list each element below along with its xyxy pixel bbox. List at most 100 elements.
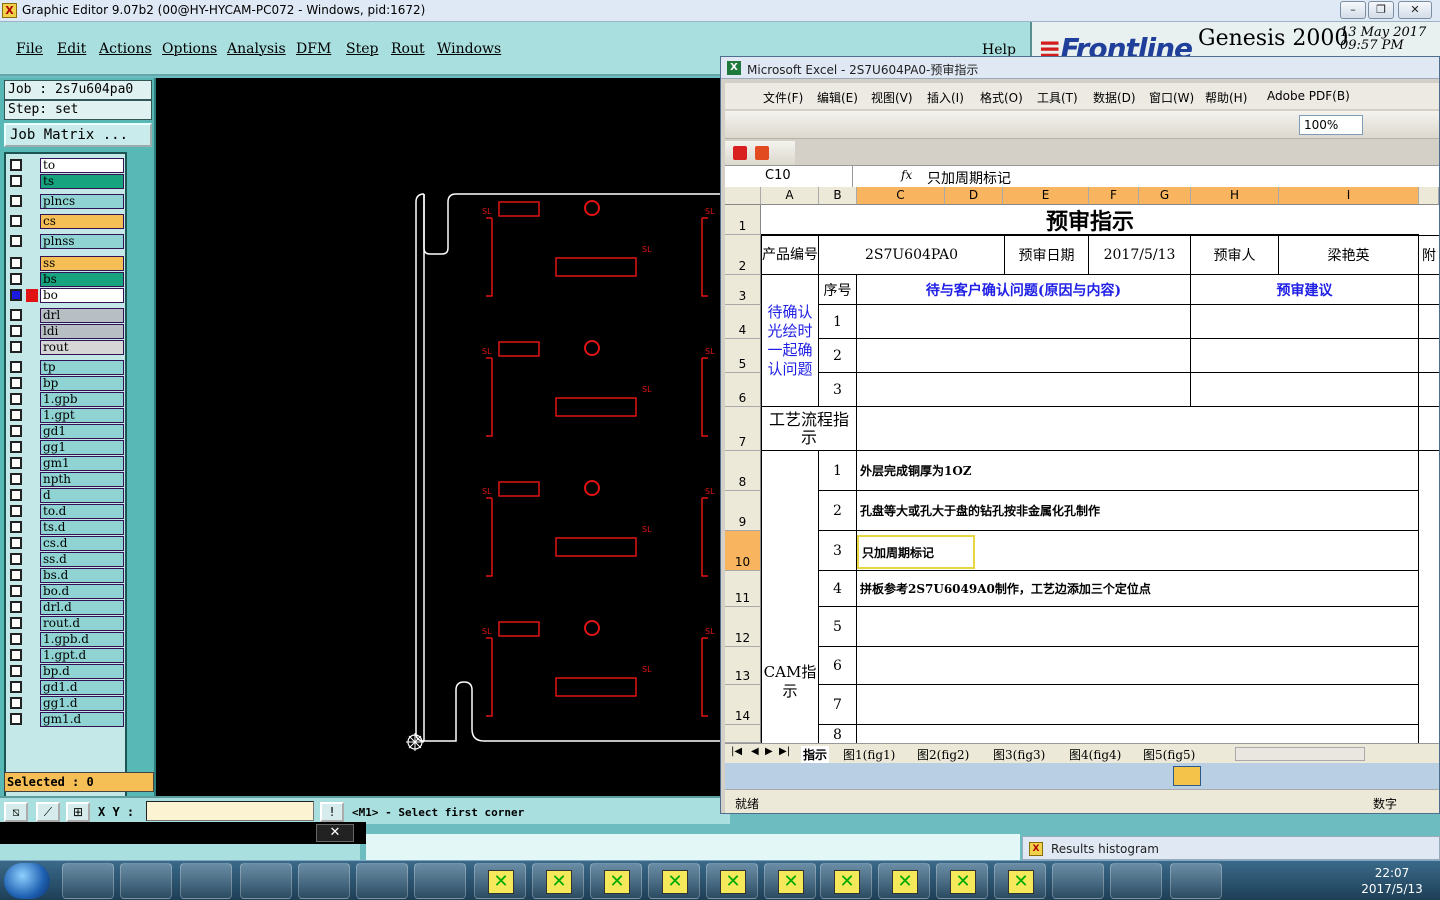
cam-no-6[interactable]: 6 [819, 647, 857, 685]
layer-color-swatch[interactable] [26, 235, 38, 248]
layer-row[interactable]: gm1 [8, 456, 124, 471]
suggest-cell-3[interactable] [1191, 373, 1419, 407]
empty-cell[interactable] [1419, 373, 1439, 407]
layer-row[interactable]: 1.gpt [8, 408, 124, 423]
layer-row[interactable]: ss [8, 256, 124, 271]
layer-name[interactable]: 1.gpt [40, 408, 124, 423]
layer-name[interactable]: bo [40, 288, 124, 303]
menu-options[interactable]: Options [162, 41, 217, 57]
layer-name[interactable]: bo.d [40, 584, 124, 599]
layer-name[interactable]: 1.gpb.d [40, 632, 124, 647]
xmenu-edit[interactable]: 编辑(E) [817, 89, 858, 106]
layer-row[interactable]: to [8, 158, 124, 173]
seq-header[interactable]: 序号 [819, 275, 857, 305]
layer-checkbox[interactable] [10, 409, 22, 421]
layer-name[interactable]: to.d [40, 504, 124, 519]
spreadsheet-grid[interactable]: A B C D E F G H I 1 2 3 4 5 6 7 8 9 10 1… [725, 187, 1439, 743]
empty-cell[interactable] [1419, 305, 1439, 339]
empty-cell[interactable] [1419, 407, 1439, 451]
layer-checkbox[interactable] [10, 377, 22, 389]
layer-color-swatch[interactable] [26, 649, 38, 662]
layer-color-swatch[interactable] [26, 393, 38, 406]
layer-checkbox[interactable] [10, 175, 22, 187]
layer-name[interactable]: drl [40, 308, 124, 323]
reviewer-label[interactable]: 预审人 [1191, 235, 1279, 275]
cam-note-2[interactable]: 孔盘等大或孔大于盘的钻孔按非金属化孔制作 [857, 491, 1419, 531]
layer-checkbox[interactable] [10, 441, 22, 453]
taskbar-f-icon[interactable] [1170, 863, 1222, 899]
row-header-11[interactable]: 11 [725, 571, 761, 607]
layer-checkbox[interactable] [10, 235, 22, 247]
layer-name[interactable]: plnss [40, 234, 124, 249]
active-cell-c10[interactable]: 只加周期标记 [857, 535, 975, 569]
layer-row[interactable]: d [8, 488, 124, 503]
taskbar-genesis-icon[interactable]: ✕ [706, 863, 758, 899]
layer-row[interactable]: bs.d [8, 568, 124, 583]
taskbar-app-icon[interactable] [180, 863, 232, 899]
layer-name[interactable]: gm1.d [40, 712, 124, 727]
layer-name[interactable]: plncs [40, 194, 124, 209]
issue-cell-1[interactable] [857, 305, 1191, 339]
sheet-title[interactable]: 预审指示 [761, 205, 1419, 235]
layer-row[interactable]: ldi [8, 324, 124, 339]
layer-color-swatch[interactable] [26, 441, 38, 454]
product-no-label[interactable]: 产品编号 [761, 235, 819, 275]
row-header-2[interactable]: 2 [725, 235, 761, 275]
cam-note-5[interactable] [857, 607, 1419, 647]
layer-color-swatch[interactable] [26, 521, 38, 534]
row-header-4[interactable]: 4 [725, 305, 761, 339]
layer-checkbox[interactable] [10, 195, 22, 207]
tab-fig5[interactable]: 图5(fig5) [1143, 746, 1195, 763]
layer-row[interactable]: gd1 [8, 424, 124, 439]
layer-color-swatch[interactable] [26, 633, 38, 646]
layer-name[interactable]: cs.d [40, 536, 124, 551]
layer-row[interactable]: gm1.d [8, 712, 124, 727]
layer-name[interactable]: npth [40, 472, 124, 487]
layer-color-swatch[interactable] [26, 713, 38, 726]
issue-cell-3[interactable] [857, 373, 1191, 407]
last-sheet-icon[interactable]: ▶| [779, 746, 790, 757]
layer-color-swatch[interactable] [26, 489, 38, 502]
graphic-canvas[interactable]: SL SL SL SL SL SL SL SL SL SL SL SL [156, 78, 724, 796]
layer-name[interactable]: tp [40, 360, 124, 375]
col-header-a[interactable]: A [761, 187, 819, 205]
taskbar-tool-icon[interactable] [1052, 863, 1104, 899]
layer-checkbox[interactable] [10, 325, 22, 337]
layer-row[interactable]: ts [8, 174, 124, 189]
cam-no-2[interactable]: 2 [819, 491, 857, 531]
tab-fig3[interactable]: 图3(fig3) [993, 746, 1045, 763]
layer-checkbox[interactable] [10, 617, 22, 629]
layer-row[interactable]: tp [8, 360, 124, 375]
menu-dfm[interactable]: DFM [296, 41, 331, 57]
cam-note-3[interactable]: 只加周期标记 [857, 531, 1419, 571]
formula-input[interactable]: 只加周期标记 [927, 168, 1011, 188]
layer-row[interactable]: plnss [8, 234, 124, 249]
cam-note-7[interactable] [857, 685, 1419, 725]
xmenu-tools[interactable]: 工具(T) [1037, 89, 1078, 106]
layer-row[interactable]: drl.d [8, 600, 124, 615]
process-cell[interactable] [857, 407, 1419, 451]
layer-name[interactable]: ss.d [40, 552, 124, 567]
suggest-cell-2[interactable] [1191, 339, 1419, 373]
row-header-7[interactable]: 7 [725, 407, 761, 451]
layer-row[interactable]: bo.d [8, 584, 124, 599]
layer-name[interactable]: gm1 [40, 456, 124, 471]
layer-checkbox[interactable] [10, 159, 22, 171]
taskbar-clock[interactable]: 22:07 2017/5/13 [1350, 865, 1434, 897]
empty-cell[interactable] [1419, 339, 1439, 373]
layer-name[interactable]: bs [40, 272, 124, 287]
row-header-14[interactable]: 14 [725, 685, 761, 725]
menu-actions[interactable]: Actions [99, 41, 152, 57]
layer-color-swatch[interactable] [26, 289, 38, 302]
issue-no-2[interactable]: 2 [819, 339, 857, 373]
taskbar-genesis-icon[interactable]: ✕ [590, 863, 642, 899]
fx-icon[interactable]: fx [901, 168, 912, 182]
taskbar-word-icon[interactable] [240, 863, 292, 899]
cam-note-1[interactable]: 外层完成铜厚为1OZ [857, 451, 1419, 491]
xmenu-file[interactable]: 文件(F) [763, 89, 803, 106]
layer-name[interactable]: gg1 [40, 440, 124, 455]
layer-checkbox[interactable] [10, 649, 22, 661]
layer-row[interactable]: cs [8, 214, 124, 229]
layer-row[interactable]: bp.d [8, 664, 124, 679]
layer-color-swatch[interactable] [26, 195, 38, 208]
